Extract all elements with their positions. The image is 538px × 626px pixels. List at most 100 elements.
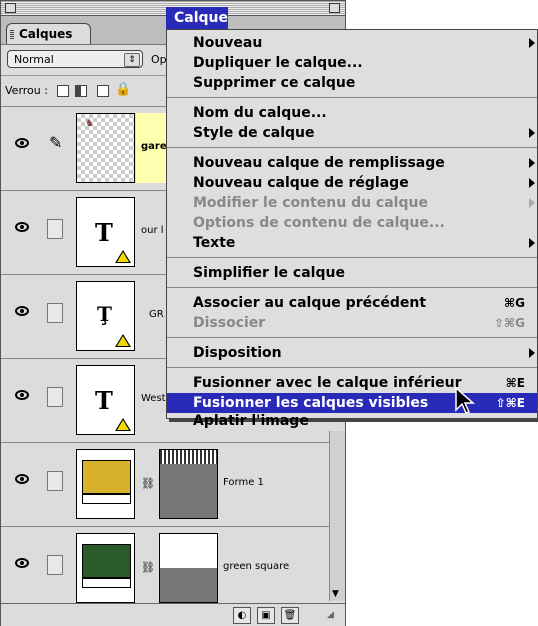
lock-transparency-checkbox[interactable] — [57, 85, 69, 97]
lock-position-checkbox[interactable] — [97, 85, 109, 97]
eye-icon[interactable] — [15, 474, 29, 484]
link-box[interactable] — [47, 387, 63, 407]
menu-item-label: Fusionner les calques visibles — [193, 395, 429, 411]
eye-icon[interactable] — [15, 138, 29, 148]
text-layer-thumbnail: T — [76, 197, 135, 267]
menu-item-label: Texte — [193, 235, 236, 251]
tab-label: Calques — [19, 27, 73, 41]
warped-text-icon: Ţ — [97, 302, 112, 326]
vector-mask-thumbnail — [159, 449, 218, 519]
menu-item-label: Simplifier le calque — [193, 265, 345, 281]
menu-item-simplifier[interactable]: Simplifier le calque — [167, 263, 537, 283]
warning-icon — [115, 250, 131, 263]
lock-icon: 🔒 — [115, 82, 132, 97]
opacity-label: Op — [151, 53, 167, 66]
blend-mode-select[interactable]: Normal ⇕ — [7, 50, 143, 68]
warning-icon — [115, 334, 131, 347]
brush-icon[interactable]: ✎ — [49, 133, 63, 152]
menu-item-label: Dupliquer le calque... — [193, 55, 363, 71]
menu-separator — [167, 257, 537, 258]
menu-item-label: Aplatir l'image — [193, 413, 309, 429]
menu-item-label: Nouveau calque de réglage — [193, 175, 409, 191]
submenu-arrow-icon — [529, 238, 535, 248]
menu-item-aplatir[interactable]: Aplatir l'image — [167, 413, 537, 429]
scroll-down-icon[interactable]: ▼ — [332, 589, 339, 599]
link-box[interactable] — [47, 303, 63, 323]
layer-thumbnail: ♞ — [76, 113, 135, 183]
menu-item-associer[interactable]: Associer au calque précédent ⌘G — [167, 293, 537, 313]
layer-name: gare — [141, 141, 167, 152]
chain-icon[interactable]: ⛓ — [141, 477, 155, 490]
vector-mask-thumbnail — [159, 533, 218, 603]
shortcut-label: ⌘G — [504, 296, 525, 310]
lock-pixels-checkbox[interactable] — [75, 85, 87, 97]
fill-bar — [82, 494, 131, 504]
adjustment-layer-icon[interactable]: ◐ — [233, 607, 251, 624]
menu-item-label: Nouveau calque de remplissage — [193, 155, 445, 171]
new-layer-icon[interactable]: ▣ — [257, 607, 275, 624]
mask-shape — [160, 534, 217, 568]
shortcut-label: ⇧⌘E — [495, 396, 525, 410]
menu-item-label: Nom du calque... — [193, 105, 327, 121]
menu-item-label: Modifier le contenu du calque — [193, 195, 428, 211]
color-swatch — [82, 544, 131, 578]
menu-separator — [167, 97, 537, 98]
menu-separator — [167, 337, 537, 338]
link-box[interactable] — [47, 471, 63, 491]
mouse-cursor-icon — [455, 386, 475, 414]
dropdown-arrow-icon: ⇕ — [124, 53, 140, 67]
close-box[interactable] — [5, 3, 16, 13]
fill-layer-thumbnail — [76, 533, 135, 603]
menu-item-fusionner-visibles[interactable]: Fusionner les calques visibles ⇧⌘E — [167, 393, 537, 413]
menu-item-nom[interactable]: Nom du calque... — [167, 103, 537, 123]
menu-item-label: Nouveau — [193, 35, 263, 51]
menu-item-disposition[interactable]: Disposition — [167, 343, 537, 363]
menu-separator — [167, 287, 537, 288]
eye-icon[interactable] — [15, 558, 29, 568]
text-layer-icon: T — [95, 218, 113, 247]
eye-icon[interactable] — [15, 306, 29, 316]
menu-item-options: Options de contenu de calque... — [167, 213, 537, 233]
layer-name: GR — [149, 309, 164, 320]
layer-name: our l — [141, 225, 164, 236]
menu-separator — [167, 147, 537, 148]
link-box[interactable] — [47, 219, 63, 239]
layer-name: Forme 1 — [223, 477, 264, 488]
zoom-box[interactable] — [329, 3, 340, 13]
eye-icon[interactable] — [15, 222, 29, 232]
text-layer-thumbnail: Ţ — [76, 281, 135, 351]
submenu-arrow-icon — [529, 198, 535, 208]
color-swatch — [82, 460, 131, 494]
submenu-arrow-icon — [529, 128, 535, 138]
menu-item-label: Supprimer ce calque — [193, 75, 356, 91]
resize-grip-icon[interactable]: ◢ — [327, 610, 334, 620]
shortcut-label: ⌘E — [505, 376, 525, 390]
menu-item-label: Fusionner avec le calque inférieur — [193, 375, 462, 391]
layer-row[interactable]: ⛓ green square — [1, 527, 345, 611]
eye-icon[interactable] — [15, 390, 29, 400]
menu-item-fusionner-inferieur[interactable]: Fusionner avec le calque inférieur ⌘E — [167, 373, 537, 393]
trash-icon[interactable]: 🗑 — [281, 607, 299, 624]
menu-item-label: Associer au calque précédent — [193, 295, 427, 311]
link-box[interactable] — [47, 555, 63, 575]
menu-item-style[interactable]: Style de calque — [167, 123, 537, 143]
menu-item-remplissage[interactable]: Nouveau calque de remplissage — [167, 153, 537, 173]
text-layer-thumbnail: T — [76, 365, 135, 435]
layer-row[interactable]: ⛓ Forme 1 — [1, 443, 345, 527]
menu-item-label: Disposition — [193, 345, 282, 361]
menu-item-nouveau[interactable]: Nouveau — [167, 33, 537, 53]
submenu-arrow-icon — [529, 178, 535, 188]
menu-item-dupliquer[interactable]: Dupliquer le calque... — [167, 53, 537, 73]
menu-separator — [167, 367, 537, 368]
menu-title-calque[interactable]: Calque — [166, 7, 228, 29]
menu-item-reglage[interactable]: Nouveau calque de réglage — [167, 173, 537, 193]
figure-icon: ♞ — [85, 118, 94, 129]
tab-calques[interactable]: Calques — [6, 23, 92, 44]
scrollbar[interactable]: ▼ — [329, 431, 345, 601]
menu-item-supprimer[interactable]: Supprimer ce calque — [167, 73, 537, 93]
menu-item-texte[interactable]: Texte — [167, 233, 537, 253]
chain-icon[interactable]: ⛓ — [141, 561, 155, 574]
menu-item-label: Style de calque — [193, 125, 315, 141]
submenu-arrow-icon — [529, 38, 535, 48]
menu-item-dissocier: Dissocier ⇧⌘G — [167, 313, 537, 333]
